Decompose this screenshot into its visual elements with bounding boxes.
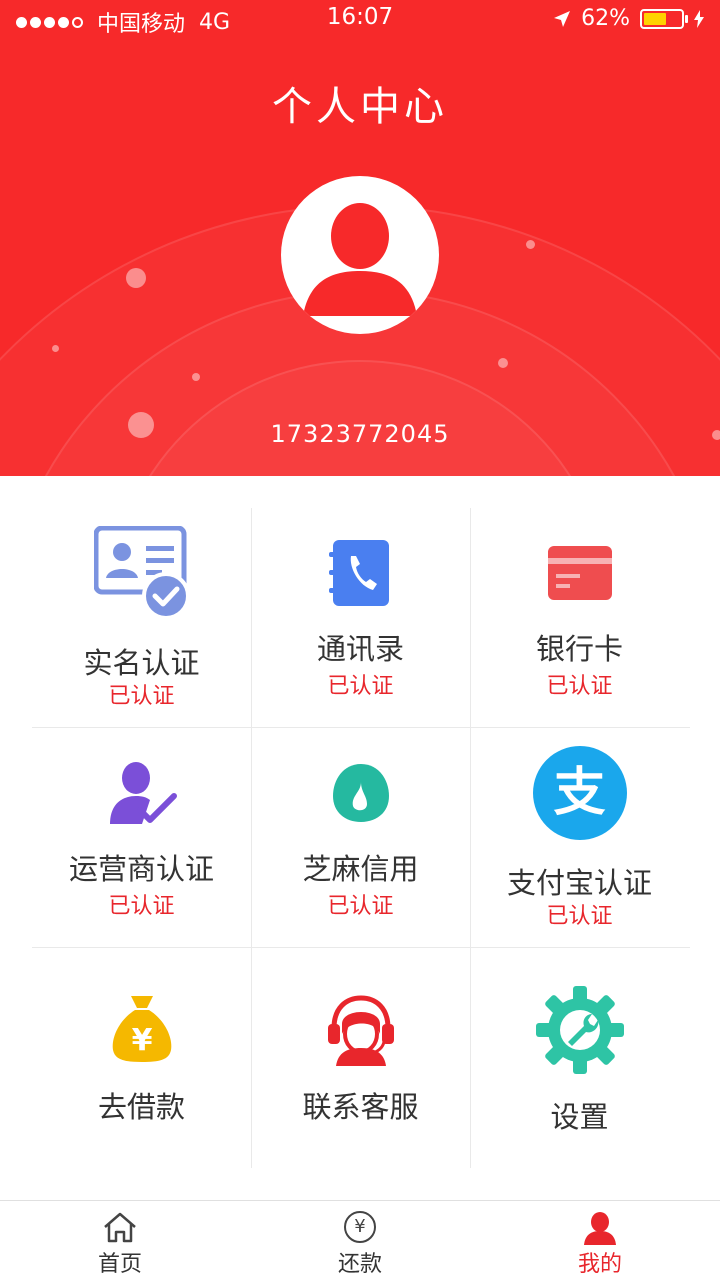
grid-item-bank-card[interactable]: 银行卡 已认证 (470, 508, 689, 728)
charging-bolt-icon (694, 9, 704, 28)
status-badge: 已认证 (108, 894, 175, 919)
grid-item-borrow[interactable]: ¥ 去借款 (32, 948, 251, 1168)
decor-dot (192, 373, 200, 381)
location-arrow-icon (554, 10, 571, 27)
status-badge: 已认证 (327, 894, 394, 919)
status-badge: 已认证 (327, 674, 394, 699)
money-bag-icon: ¥ (112, 996, 171, 1062)
tab-label: 还款 (337, 1252, 382, 1277)
grid-item-settings[interactable]: 设置 (470, 948, 689, 1168)
phone-book-icon (328, 540, 389, 606)
bank-card-icon (547, 546, 612, 600)
grid-item-label: 实名认证 (83, 646, 200, 680)
grid-item-label: 运营商认证 (68, 852, 214, 886)
alipay-icon: 支 (532, 746, 627, 840)
grid-item-label: 支付宝认证 (506, 866, 652, 900)
avatar[interactable] (281, 176, 439, 334)
page-title: 个人中心 (272, 84, 448, 130)
status-bar: 中国移动 4G 16:07 62% (0, 0, 720, 40)
user-phone-number: 17323772045 (270, 420, 450, 448)
battery-icon (640, 8, 688, 29)
grid-item-label: 芝麻信用 (302, 852, 419, 886)
grid-item-operator[interactable]: 运营商认证 已认证 (32, 728, 251, 948)
tab-label: 我的 (577, 1252, 622, 1277)
grid-item-alipay[interactable]: 支 支付宝认证 已认证 (470, 728, 689, 948)
sesame-credit-icon (332, 764, 389, 822)
tab-label: 首页 (97, 1252, 142, 1277)
decor-dot (126, 268, 146, 288)
tab-mine[interactable]: 我的 (480, 1201, 720, 1281)
grid-item-sesame-credit[interactable]: 芝麻信用 已认证 (251, 728, 470, 948)
grid-item-label: 通讯录 (316, 632, 404, 666)
battery-percent: 62% (581, 6, 630, 31)
repay-icon: ¥ (344, 1211, 376, 1243)
user-avatar-icon (287, 182, 433, 328)
tab-home[interactable]: 首页 (0, 1201, 240, 1281)
profile-header: 中国移动 4G 16:07 62% 个人中心 17323772045 (0, 0, 720, 476)
user-icon (584, 1212, 616, 1245)
grid-item-real-name[interactable]: 实名认证 已认证 (32, 508, 251, 728)
tab-repay[interactable]: ¥ 还款 (240, 1201, 480, 1281)
grid-item-label: 联系客服 (302, 1090, 419, 1124)
gear-wrench-icon (535, 986, 624, 1074)
status-badge: 已认证 (546, 674, 613, 699)
grid-item-label: 银行卡 (535, 632, 623, 666)
decor-dot (52, 345, 59, 352)
status-badge: 已认证 (546, 904, 613, 929)
grid-item-label: 去借款 (97, 1090, 185, 1124)
decor-dot (498, 358, 508, 368)
status-badge: 已认证 (108, 684, 175, 709)
customer-service-icon (327, 995, 394, 1066)
id-card-check-icon (93, 526, 190, 618)
grid-item-customer-service[interactable]: 联系客服 (251, 948, 470, 1168)
person-check-icon (109, 762, 177, 824)
yen-glyph: ¥ (131, 1023, 152, 1058)
bottom-tab-bar: 首页 ¥ 还款 我的 (0, 1200, 720, 1280)
grid-item-label: 设置 (550, 1100, 609, 1134)
home-icon (104, 1212, 136, 1243)
decor-dot (526, 240, 535, 249)
grid-item-contacts[interactable]: 通讯录 已认证 (251, 508, 470, 728)
